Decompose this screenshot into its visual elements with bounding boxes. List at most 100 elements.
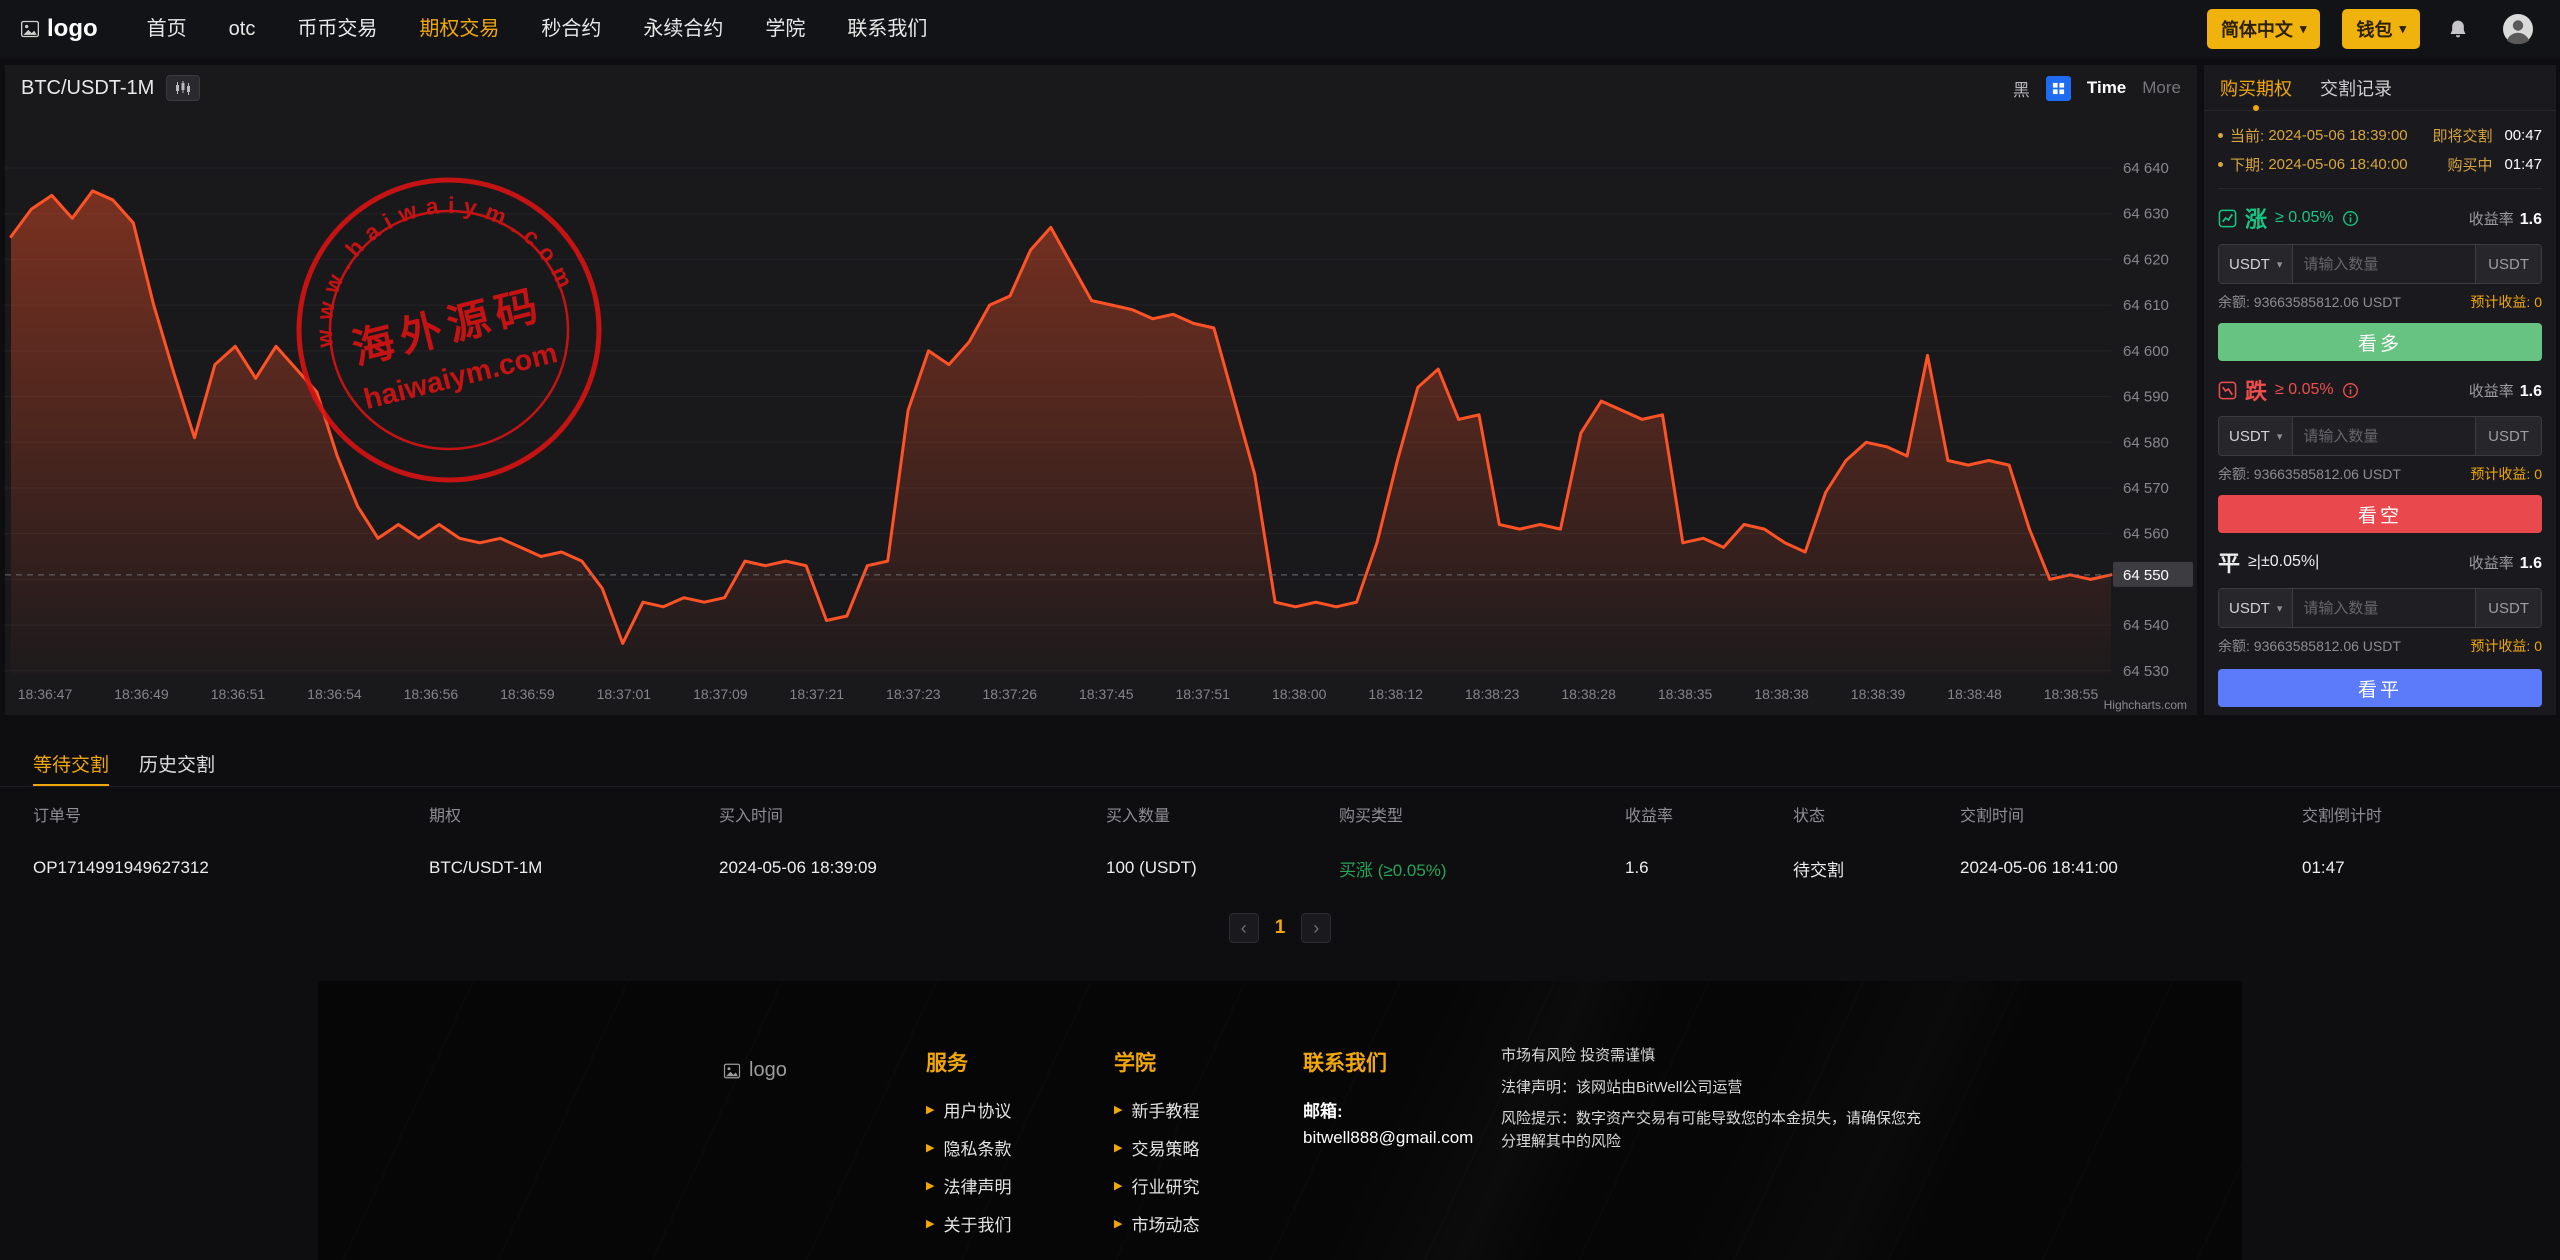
chart-panel: BTC/USDT-1M 黑 Time More 64 640 64 630 64… bbox=[5, 65, 2197, 715]
footer-link-trading-strategy[interactable]: ▶ 交易策略 bbox=[1114, 1135, 1199, 1160]
notifications-button[interactable] bbox=[2442, 17, 2474, 41]
expected-profit: 预计收益: 0 bbox=[2470, 638, 2542, 654]
nav-item-seconds-contract[interactable]: 秒合约 bbox=[520, 0, 622, 58]
fall-label: 跌 bbox=[2245, 379, 2268, 404]
cell-rate: 1.6 bbox=[1625, 858, 1649, 877]
nav-item-home[interactable]: 首页 bbox=[126, 0, 208, 58]
svg-text:18:38:35: 18:38:35 bbox=[1658, 686, 1713, 702]
cell-buy-type: 买涨 (≥0.05%) bbox=[1339, 860, 1447, 880]
balance-text: 余额: 93663585812.06 USDT bbox=[2218, 638, 2401, 654]
footer-link-user-agreement[interactable]: ▶ 用户协议 bbox=[926, 1097, 1011, 1122]
svg-text:64 600: 64 600 bbox=[2123, 343, 2169, 360]
expected-profit: 预计收益: 0 bbox=[2470, 294, 2542, 310]
fall-currency-select[interactable]: USDT ▾ bbox=[2219, 417, 2294, 455]
tab-delivery-record[interactable]: 交割记录 bbox=[2320, 75, 2392, 101]
svg-text:64 580: 64 580 bbox=[2123, 434, 2169, 451]
footer: logo 服务 ▶ 用户协议 ▶ 隐私条款 ▶ 法律声明 ▶ 关于我们 学院 ▶… bbox=[318, 981, 2242, 1260]
bell-icon bbox=[2450, 20, 2466, 38]
theme-toggle[interactable]: 黑 bbox=[2013, 76, 2030, 101]
next-page-button[interactable]: › bbox=[1301, 913, 1332, 943]
svg-text:64 550: 64 550 bbox=[2123, 567, 2169, 584]
language-label: 简体中文 bbox=[2220, 20, 2293, 40]
footer-link-privacy[interactable]: ▶ 隐私条款 bbox=[926, 1135, 1011, 1160]
svg-text:64 530: 64 530 bbox=[2123, 663, 2169, 680]
arrow-right-icon: ▶ bbox=[1114, 1180, 1123, 1192]
svg-text:18:38:55: 18:38:55 bbox=[2044, 686, 2099, 702]
svg-text:18:38:48: 18:38:48 bbox=[1947, 686, 2002, 702]
highcharts-credit[interactable]: Highcharts.com bbox=[2104, 698, 2187, 712]
language-button[interactable]: 简体中文 ▾ bbox=[2206, 9, 2321, 49]
sell-short-button[interactable]: 看空 bbox=[2218, 495, 2542, 533]
wallet-button[interactable]: 钱包 ▾ bbox=[2342, 9, 2420, 49]
arrow-right-icon: ▶ bbox=[926, 1180, 935, 1192]
page-number: 1 bbox=[1274, 917, 1286, 938]
prev-page-button[interactable]: ‹ bbox=[1228, 913, 1259, 943]
fall-amount-group: USDT ▾ USDT bbox=[2218, 416, 2542, 456]
rise-currency-select[interactable]: USDT ▾ bbox=[2219, 245, 2294, 283]
svg-text:18:38:12: 18:38:12 bbox=[1368, 686, 1423, 702]
nav-item-otc[interactable]: otc bbox=[208, 0, 277, 58]
flat-balance-row: 余额: 93663585812.06 USDT 预计收益: 0 bbox=[2218, 636, 2542, 656]
candlestick-toggle-button[interactable] bbox=[166, 75, 201, 101]
nav-item-options-trade[interactable]: 期权交易 bbox=[398, 0, 520, 58]
fall-section: 跌 ≥ 0.05% 收益率1.6 USDT ▾ USDT bbox=[2218, 361, 2542, 533]
balance-text: 余额: 93663585812.06 USDT bbox=[2218, 466, 2401, 482]
svg-text:64 560: 64 560 bbox=[2123, 526, 2169, 543]
buying-countdown: 01:47 bbox=[2504, 156, 2542, 173]
rise-amount-suffix: USDT bbox=[2475, 245, 2541, 283]
settle-label: 即将交割 bbox=[2432, 128, 2493, 145]
footer-column-title: 服务 bbox=[926, 1052, 968, 1075]
tab-buy-option[interactable]: 购买期权 bbox=[2220, 75, 2292, 101]
user-avatar-icon bbox=[2503, 14, 2533, 45]
more-intervals-button[interactable]: More bbox=[2142, 78, 2181, 98]
account-avatar[interactable] bbox=[2496, 12, 2540, 46]
pagination: ‹ 1 › bbox=[0, 913, 2560, 943]
chart-controls: 黑 Time More bbox=[2013, 75, 2181, 101]
cell-buy-time: 2024-05-06 18:39:09 bbox=[719, 858, 877, 877]
expected-profit: 预计收益: 0 bbox=[2470, 466, 2542, 482]
nav-item-academy[interactable]: 学院 bbox=[744, 0, 826, 58]
rise-amount-input[interactable] bbox=[2293, 245, 2476, 283]
buying-label: 购买中 bbox=[2447, 157, 2493, 174]
buy-long-button[interactable]: 看多 bbox=[2218, 323, 2542, 361]
current-period-row: 当前: 2024-05-06 18:39:00 即将交割 00:47 bbox=[2218, 121, 2542, 150]
nav-item-contact-us[interactable]: 联系我们 bbox=[826, 0, 948, 58]
svg-text:18:38:39: 18:38:39 bbox=[1851, 686, 1906, 702]
nav-item-spot-trade[interactable]: 币币交易 bbox=[276, 0, 398, 58]
fall-amount-suffix: USDT bbox=[2475, 417, 2541, 455]
flat-currency-select[interactable]: USDT ▾ bbox=[2219, 589, 2294, 627]
arrow-right-icon: ▶ bbox=[1114, 1218, 1123, 1230]
flat-amount-input[interactable] bbox=[2293, 589, 2476, 627]
nav-item-perpetual-contract[interactable]: 永续合约 bbox=[622, 0, 744, 58]
footer-link-legal[interactable]: ▶ 法律声明 bbox=[926, 1173, 1011, 1198]
rise-balance-row: 余额: 93663585812.06 USDT 预计收益: 0 bbox=[2218, 292, 2542, 312]
flat-button[interactable]: 看平 bbox=[2218, 669, 2542, 707]
interval-tab-time[interactable]: Time bbox=[2087, 78, 2126, 98]
footer-link-industry-research[interactable]: ▶ 行业研究 bbox=[1114, 1173, 1199, 1198]
indicator-button[interactable] bbox=[2045, 75, 2071, 101]
svg-text:18:37:45: 18:37:45 bbox=[1079, 686, 1134, 702]
fall-balance-row: 余额: 93663585812.06 USDT 预计收益: 0 bbox=[2218, 464, 2542, 484]
cell-amount: 100 (USDT) bbox=[1106, 858, 1197, 877]
fall-amount-input[interactable] bbox=[2293, 417, 2476, 455]
chevron-down-icon: ▾ bbox=[2276, 258, 2283, 271]
info-icon bbox=[2342, 382, 2358, 398]
svg-text:18:36:51: 18:36:51 bbox=[211, 686, 266, 702]
svg-text:18:36:54: 18:36:54 bbox=[307, 686, 362, 702]
svg-text:18:38:38: 18:38:38 bbox=[1754, 686, 1809, 702]
logo[interactable]: logo bbox=[20, 15, 98, 43]
svg-text:18:37:01: 18:37:01 bbox=[597, 686, 652, 702]
rise-amount-group: USDT ▾ USDT bbox=[2218, 244, 2542, 284]
svg-text:18:36:59: 18:36:59 bbox=[500, 686, 555, 702]
svg-text:64 590: 64 590 bbox=[2123, 389, 2169, 406]
footer-link-about[interactable]: ▶ 关于我们 bbox=[926, 1211, 1011, 1236]
footer-link-market-news[interactable]: ▶ 市场动态 bbox=[1114, 1211, 1199, 1236]
orders-table-header: 订单号 期权 买入时间 买入数量 购买类型 收益率 状态 交割时间 交割倒计时 bbox=[33, 808, 2383, 825]
trade-panel-tabs: 购买期权 交割记录 bbox=[2204, 65, 2556, 111]
footer-link-beginner-tutorial[interactable]: ▶ 新手教程 bbox=[1114, 1097, 1199, 1122]
tab-waiting-delivery[interactable]: 等待交割 bbox=[33, 743, 110, 786]
tab-history-delivery[interactable]: 历史交割 bbox=[139, 743, 215, 786]
rate-value: 1.6 bbox=[2519, 382, 2542, 400]
chevron-down-icon: ▾ bbox=[2276, 430, 2283, 443]
current-time: 2024-05-06 18:39:00 bbox=[2268, 127, 2408, 144]
